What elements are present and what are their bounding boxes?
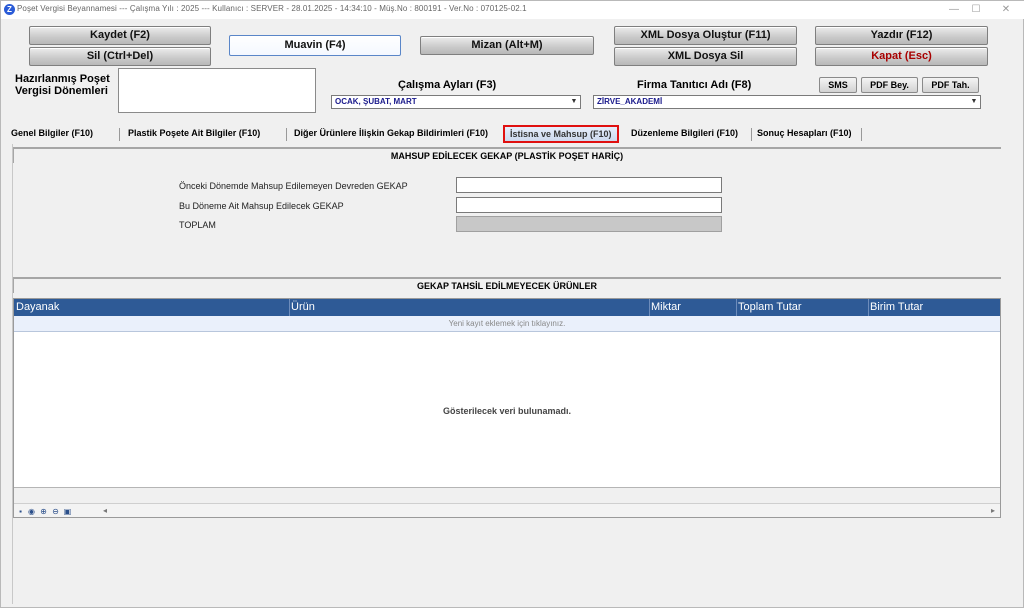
tab-genel-bilgiler[interactable]: Genel Bilgiler (F10) bbox=[11, 128, 93, 138]
working-months-select[interactable]: OCAK, ŞUBAT, MART ▼ bbox=[331, 95, 581, 109]
prepared-periods-label: Hazırlanmış Poşet Vergisi Dönemleri bbox=[15, 73, 110, 97]
main-window: Z Poşet Vergisi Beyannamesi --- Çalışma … bbox=[0, 0, 1024, 608]
column-separator bbox=[868, 299, 869, 316]
tab-sonuc-hesaplari[interactable]: Sonuç Hesapları (F10) bbox=[757, 128, 852, 138]
current-period-label: Bu Döneme Ait Mahsup Edilecek GEKAP bbox=[179, 201, 344, 211]
column-separator bbox=[289, 299, 290, 316]
company-select[interactable]: ZİRVE_AKADEMİ ▼ bbox=[593, 95, 981, 109]
mahsup-section-title: MAHSUP EDİLECEK GEKAP (PLASTİK POŞET HAR… bbox=[13, 147, 1001, 163]
xml-create-button[interactable]: XML Dosya Oluştur (F11) bbox=[614, 26, 797, 45]
column-header-urun[interactable]: Ürün bbox=[291, 301, 315, 313]
total-label: TOPLAM bbox=[179, 220, 216, 230]
title-bar: Z Poşet Vergisi Beyannamesi --- Çalışma … bbox=[1, 1, 1024, 19]
column-separator bbox=[736, 299, 737, 316]
print-button[interactable]: Yazdır (F12) bbox=[815, 26, 988, 45]
xml-delete-button[interactable]: XML Dosya Sil bbox=[614, 47, 797, 66]
previous-period-label: Önceki Dönemde Mahsup Edilemeyen Devrede… bbox=[179, 181, 408, 191]
tab-separator bbox=[861, 128, 862, 141]
current-period-gekap-input[interactable] bbox=[456, 197, 722, 213]
close-window-button[interactable]: ✕ bbox=[993, 2, 1019, 17]
tab-separator bbox=[286, 128, 287, 141]
app-logo-icon: Z bbox=[4, 4, 15, 15]
company-label: Firma Tanıtıcı Adı (F8) bbox=[637, 79, 752, 91]
scroll-right-icon[interactable]: ▸ bbox=[988, 506, 998, 516]
products-grid[interactable]: Dayanak Ürün Miktar Toplam Tutar Birim T… bbox=[13, 298, 1001, 518]
tab-bar: Genel Bilgiler (F10) Plastik Poşete Ait … bbox=[1, 125, 1021, 144]
scroll-left-icon[interactable]: ◂ bbox=[100, 506, 110, 516]
working-months-label: Çalışma Ayları (F3) bbox=[398, 79, 497, 91]
divider bbox=[13, 149, 14, 163]
grid-section-title: GEKAP TAHSİL EDİLMEYECEK ÜRÜNLER bbox=[13, 277, 1001, 293]
sil-button[interactable]: Sil (Ctrl+Del) bbox=[29, 47, 211, 66]
mahsup-title-text: MAHSUP EDİLECEK GEKAP (PLASTİK POŞET HAR… bbox=[390, 151, 624, 161]
column-header-miktar[interactable]: Miktar bbox=[651, 301, 681, 313]
kaydet-button[interactable]: Kaydet (F2) bbox=[29, 26, 211, 45]
tab-diger-urunler[interactable]: Diğer Ürünlere İlişkin Gekap Bildirimler… bbox=[294, 128, 488, 138]
tab-istisna-ve-mahsup[interactable]: İstisna ve Mahsup (F10) bbox=[503, 125, 619, 143]
empty-grid-message: Gösterilecek veri bulunamadı. bbox=[442, 406, 572, 416]
column-header-dayanak[interactable]: Dayanak bbox=[16, 301, 59, 313]
grid-footer bbox=[14, 487, 1000, 503]
save-icon[interactable]: ▪ bbox=[16, 507, 25, 516]
close-button[interactable]: Kapat (Esc) bbox=[815, 47, 988, 66]
chevron-down-icon[interactable]: ▼ bbox=[569, 97, 579, 107]
zoom-in-icon[interactable]: ⊕ bbox=[39, 507, 48, 516]
print-icon[interactable]: ▣ bbox=[63, 507, 72, 516]
tab-separator bbox=[119, 128, 120, 141]
window-title: Poşet Vergisi Beyannamesi --- Çalışma Yı… bbox=[17, 4, 527, 13]
eye-icon[interactable]: ◉ bbox=[27, 507, 36, 516]
tab-plastik-posete-ait[interactable]: Plastik Poşete Ait Bilgiler (F10) bbox=[128, 128, 260, 138]
grid-header: Dayanak Ürün Miktar Toplam Tutar Birim T… bbox=[14, 299, 1000, 316]
horizontal-scrollbar[interactable]: ▪ ◉ ⊕ ⊖ ▣ ◂ ▸ bbox=[14, 503, 1000, 517]
column-header-birim-tutar[interactable]: Birim Tutar bbox=[870, 301, 923, 313]
column-header-toplam-tutar[interactable]: Toplam Tutar bbox=[738, 301, 802, 313]
muavin-button[interactable]: Muavin (F4) bbox=[229, 35, 401, 56]
tab-separator bbox=[751, 128, 752, 141]
grid-title-text: GEKAP TAHSİL EDİLMEYECEK ÜRÜNLER bbox=[416, 281, 598, 291]
pdf-bey-button[interactable]: PDF Bey. bbox=[861, 77, 918, 93]
new-row-placeholder[interactable]: Yeni kayıt eklemek için tıklayınız. bbox=[14, 316, 1000, 332]
sms-button[interactable]: SMS bbox=[819, 77, 857, 93]
zoom-out-icon[interactable]: ⊖ bbox=[51, 507, 60, 516]
column-separator bbox=[649, 299, 650, 316]
divider bbox=[13, 279, 14, 293]
chevron-down-icon[interactable]: ▼ bbox=[969, 97, 979, 107]
mizan-button[interactable]: Mizan (Alt+M) bbox=[420, 36, 594, 55]
company-value: ZİRVE_AKADEMİ bbox=[597, 97, 663, 106]
previous-period-gekap-input[interactable] bbox=[456, 177, 722, 193]
maximize-button[interactable]: ☐ bbox=[963, 2, 989, 17]
tab-duzenleme-bilgileri[interactable]: Düzenleme Bilgileri (F10) bbox=[631, 128, 738, 138]
pdf-tah-button[interactable]: PDF Tah. bbox=[922, 77, 979, 93]
working-months-value: OCAK, ŞUBAT, MART bbox=[335, 97, 417, 106]
prepared-periods-list[interactable] bbox=[118, 68, 316, 113]
total-field bbox=[456, 216, 722, 232]
